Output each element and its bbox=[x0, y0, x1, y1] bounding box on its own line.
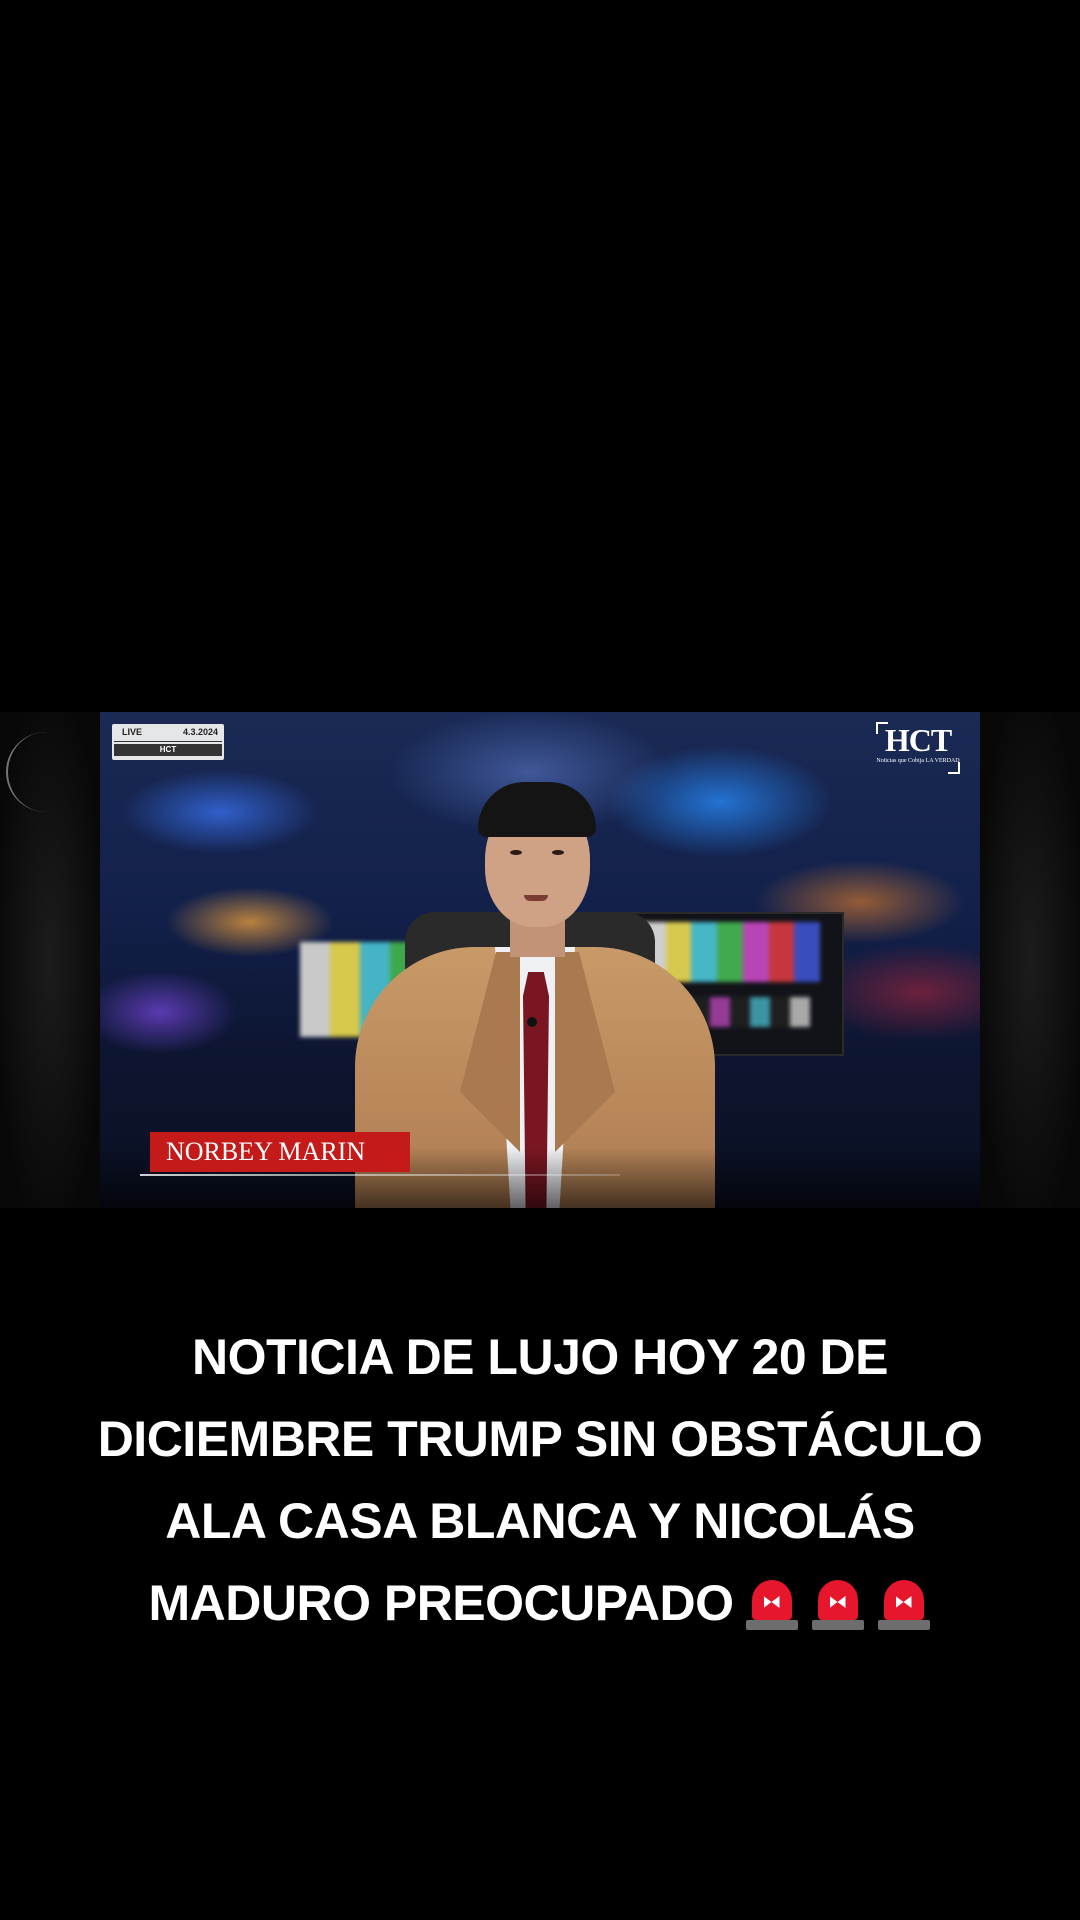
edge-arc-decoration bbox=[6, 732, 48, 812]
video-letterbox-right bbox=[980, 712, 1080, 1208]
police-siren-icon bbox=[744, 1578, 800, 1630]
live-badge-divider bbox=[114, 741, 222, 742]
news-broadcast-frame: LIVE 4.3.2024 HCT HCT Noticias que Cobij… bbox=[100, 712, 980, 1208]
video-letterbox-left bbox=[0, 712, 100, 1208]
anchor-hair bbox=[478, 782, 596, 837]
anchor-eye-right bbox=[552, 850, 564, 855]
lapel-microphone bbox=[527, 1017, 537, 1027]
hct-logo: HCT Noticias que Cobija LA VERDAD bbox=[876, 722, 960, 774]
caption-line-4: MADURO PREOCUPADO bbox=[148, 1575, 734, 1631]
logo-corner-top-left bbox=[876, 722, 888, 734]
broadcast-date: 4.3.2024 bbox=[182, 727, 218, 737]
anchor-mouth bbox=[524, 895, 548, 901]
video-player[interactable]: LIVE 4.3.2024 HCT HCT Noticias que Cobij… bbox=[0, 712, 1080, 1208]
caption-line-3: ALA CASA BLANCA Y NICOLÁS bbox=[165, 1493, 915, 1549]
police-siren-icon bbox=[810, 1578, 866, 1630]
logo-text: HCT bbox=[884, 722, 952, 758]
caption-line-2: DICIEMBRE TRUMP SIN OBSTÁCULO bbox=[97, 1411, 983, 1467]
police-siren-icon bbox=[876, 1578, 932, 1630]
anchor-eye-left bbox=[510, 850, 522, 855]
live-date-badge: LIVE 4.3.2024 HCT bbox=[112, 724, 224, 760]
live-label: LIVE bbox=[122, 727, 143, 737]
logo-corner-bottom-right bbox=[948, 762, 960, 774]
lower-third-line bbox=[140, 1174, 620, 1176]
video-caption: NOTICIA DE LUJO HOY 20 DE DICIEMBRE TRUM… bbox=[40, 1316, 1040, 1644]
anchor-name-plate: NORBEY MARIN bbox=[150, 1132, 410, 1172]
caption-line-1: NOTICIA DE LUJO HOY 20 DE bbox=[192, 1329, 888, 1385]
caption-line-4-wrapper: MADURO PREOCUPADO bbox=[40, 1562, 1040, 1644]
station-label: HCT bbox=[114, 744, 222, 756]
